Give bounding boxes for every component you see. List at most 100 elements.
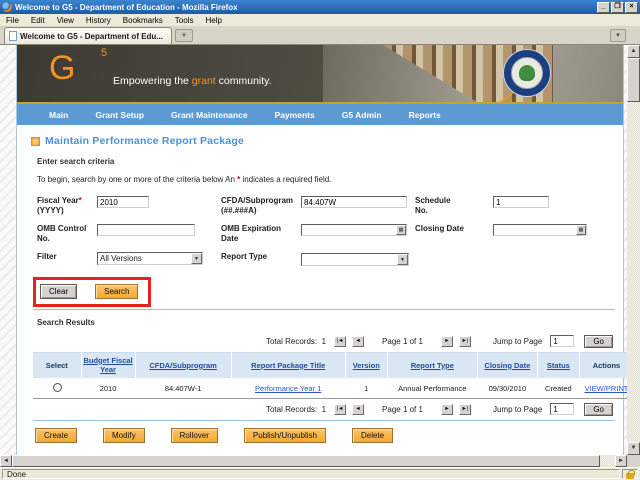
go-button[interactable]: Go	[584, 402, 613, 416]
chevron-down-icon[interactable]: ▼	[397, 253, 408, 265]
prev-page-button[interactable]: ◄	[352, 403, 365, 415]
row-select-radio[interactable]	[52, 382, 62, 392]
nav-g5-admin[interactable]: G5 Admin	[342, 110, 382, 120]
total-records-label: Total Records: 1	[265, 404, 327, 414]
menu-file[interactable]: File	[6, 16, 19, 25]
col-cfda-subprogram[interactable]: CFDA/Subprogram	[135, 352, 232, 378]
secure-connection-panel	[622, 469, 638, 479]
calendar-icon[interactable]: ▦	[576, 225, 586, 236]
menu-tools[interactable]: Tools	[175, 16, 194, 25]
list-all-tabs-button[interactable]: ▾	[610, 29, 626, 42]
col-actions: Actions	[579, 352, 627, 378]
col-version[interactable]: Version	[345, 352, 388, 378]
tab-title: Welcome to G5 - Department of Edu...	[20, 31, 163, 41]
omb-control-input[interactable]	[97, 224, 195, 237]
prev-page-button[interactable]: ◄	[352, 335, 365, 347]
report-package-title-link[interactable]: Performance Year 1	[255, 384, 321, 393]
firefox-icon	[2, 2, 12, 12]
nav-payments[interactable]: Payments	[275, 110, 315, 120]
chevron-down-icon[interactable]: ▼	[191, 253, 202, 265]
main-panel: Maintain Performance Report Package Ente…	[17, 125, 627, 443]
menu-help[interactable]: Help	[205, 16, 221, 25]
browser-viewport: G 5 Empowering the grant community. Main…	[0, 45, 627, 455]
table-row: 2010 84.407W-1 Performance Year 1 1 Annu…	[33, 377, 627, 399]
first-page-button[interactable]: |◄	[334, 403, 347, 415]
scroll-right-icon[interactable]: ►	[615, 455, 627, 467]
status-bar: Done	[0, 467, 640, 480]
g5-logo: G	[49, 49, 76, 87]
table-header-row: Select Budget Fiscal Year CFDA/Subprogra…	[33, 352, 627, 378]
search-button[interactable]: Search	[95, 283, 139, 299]
last-page-button[interactable]: ►|	[458, 335, 471, 347]
vertical-scroll-thumb[interactable]	[627, 58, 640, 102]
scroll-down-icon[interactable]: ▼	[627, 442, 640, 455]
department-of-education-seal	[503, 49, 551, 97]
nav-grant-maintenance[interactable]: Grant Maintenance	[171, 110, 248, 120]
search-results-table: Select Budget Fiscal Year CFDA/Subprogra…	[33, 351, 627, 399]
cfda-input[interactable]	[301, 196, 407, 208]
go-button[interactable]: Go	[584, 334, 613, 348]
menu-edit[interactable]: Edit	[31, 16, 45, 25]
closing-date-input[interactable]	[493, 224, 587, 237]
rollover-button[interactable]: Rollover	[170, 427, 218, 443]
jump-to-page-label: Jump to Page	[492, 336, 543, 346]
instructions: To begin, search by one or more of the c…	[37, 175, 332, 184]
omb-expiration-label: OMB Expiration Date	[221, 224, 282, 243]
report-type-label: Report Type	[221, 252, 268, 262]
scroll-up-icon[interactable]: ▲	[627, 45, 640, 58]
col-status[interactable]: Status	[537, 352, 580, 378]
menu-bar: File Edit View History Bookmarks Tools H…	[0, 14, 640, 27]
delete-button[interactable]: Delete	[351, 427, 394, 443]
scrollbar-corner	[627, 455, 640, 467]
horizontal-scroll-thumb[interactable]	[12, 455, 600, 467]
first-page-button[interactable]: |◄	[334, 335, 347, 347]
divider	[33, 308, 615, 310]
nav-main[interactable]: Main	[49, 110, 68, 120]
close-button[interactable]: ×	[625, 1, 638, 13]
vertical-scrollbar[interactable]: ▲ ▼	[627, 45, 640, 455]
filter-select[interactable]: All Versions ▼	[97, 252, 203, 266]
col-report-type[interactable]: Report Type	[387, 352, 478, 378]
jump-to-page-input[interactable]	[550, 335, 575, 348]
new-tab-button[interactable]: +	[175, 29, 193, 42]
closing-date-label: Closing Date	[415, 224, 464, 234]
next-page-button[interactable]: ►	[440, 403, 453, 415]
col-closing-date[interactable]: Closing Date	[477, 352, 538, 378]
nav-grant-setup[interactable]: Grant Setup	[95, 110, 144, 120]
view-print-link[interactable]: VIEW/PRINT	[585, 384, 627, 393]
next-page-button[interactable]: ►	[440, 335, 453, 347]
page-icon	[9, 31, 17, 41]
minimize-button[interactable]: _	[597, 1, 610, 13]
col-report-package-title[interactable]: Report Package Title	[231, 352, 346, 378]
schedule-input[interactable]	[493, 196, 549, 208]
g5-banner: G 5 Empowering the grant community.	[17, 45, 623, 102]
publish-unpublish-button[interactable]: Publish/Unpublish	[243, 427, 326, 443]
fiscal-year-label: Fiscal Year* (YYYY)	[37, 196, 82, 215]
report-type-select[interactable]: ▼	[301, 252, 409, 266]
horizontal-scrollbar[interactable]: ◄ ►	[0, 455, 627, 467]
page-indicator: Page 1 of 1	[382, 404, 423, 414]
clear-button[interactable]: Clear	[40, 283, 78, 299]
scroll-left-icon[interactable]: ◄	[0, 455, 12, 467]
last-page-button[interactable]: ►|	[458, 403, 471, 415]
menu-history[interactable]: History	[86, 16, 111, 25]
tab-strip: Welcome to G5 - Department of Edu... + ▾	[0, 27, 640, 45]
cell-report-type: Annual Performance	[387, 377, 478, 399]
main-nav: Main Grant Setup Grant Maintenance Payme…	[17, 104, 623, 125]
pagination-top: Total Records: 1 |◄ ◄ Page 1 of 1 ► ►| J…	[37, 334, 613, 348]
omb-control-label: OMB Control No.	[37, 224, 87, 243]
create-button[interactable]: Create	[35, 427, 78, 443]
restore-button[interactable]: ❐	[611, 1, 624, 13]
menu-view[interactable]: View	[57, 16, 74, 25]
tab-welcome-g5[interactable]: Welcome to G5 - Department of Edu...	[4, 27, 172, 44]
fiscal-year-input[interactable]	[97, 196, 149, 208]
jump-to-page-input[interactable]	[550, 403, 575, 416]
omb-expiration-input[interactable]	[301, 224, 407, 237]
modify-button[interactable]: Modify	[103, 427, 145, 443]
calendar-icon[interactable]: ▦	[396, 225, 406, 236]
col-budget-fiscal-year[interactable]: Budget Fiscal Year	[81, 352, 136, 378]
search-criteria-heading: Enter search criteria	[37, 157, 115, 166]
jump-to-page-label: Jump to Page	[492, 404, 543, 414]
nav-reports[interactable]: Reports	[409, 110, 441, 120]
menu-bookmarks[interactable]: Bookmarks	[123, 16, 163, 25]
